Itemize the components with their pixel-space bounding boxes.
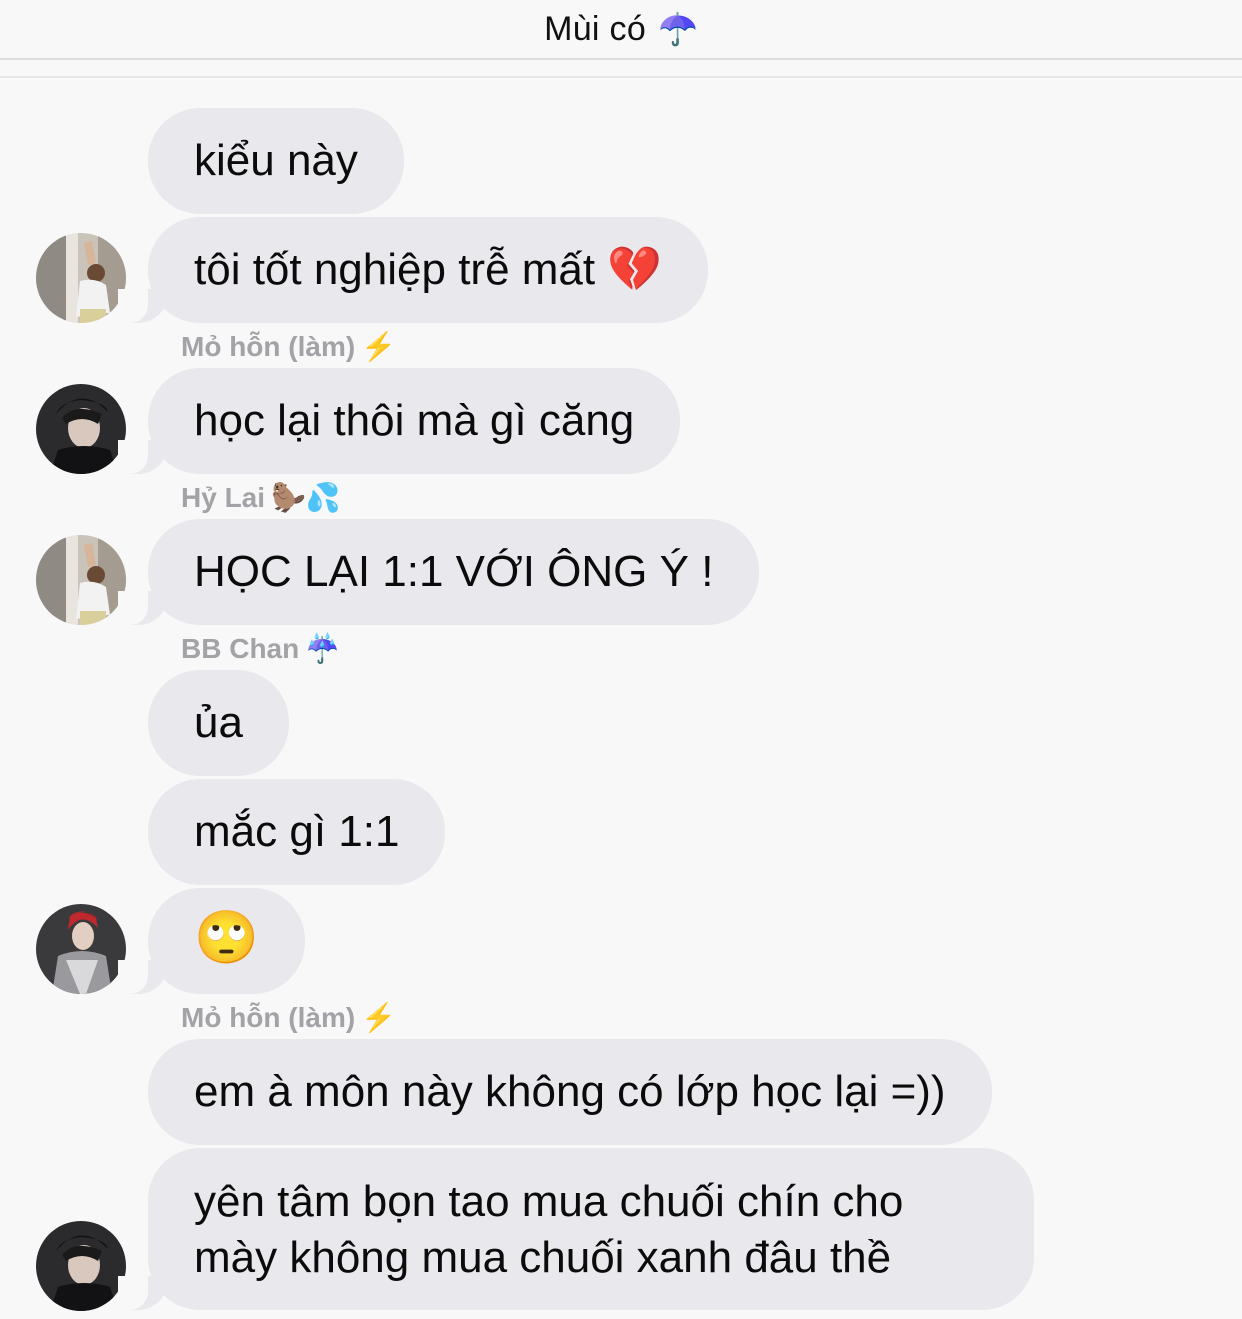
avatar[interactable] (36, 1221, 126, 1311)
message-text: HỌC LẠI 1:1 VỚI ÔNG Ý ! (194, 547, 714, 596)
sender-name: BB Chan ☔️ (181, 633, 341, 664)
message-bubble[interactable]: tôi tốt nghiệp trễ mất 💔 (117, 217, 709, 323)
message-bubble[interactable]: yên tâm bọn tao mua chuối chín cho mày k… (118, 1148, 1034, 1310)
message-bubble[interactable]: 🙄 (118, 888, 305, 994)
sender-name: Mỏ hỗn (làm) ⚡️ (181, 331, 397, 362)
message-bubble[interactable]: HỌC LẠI 1:1 VỚI ÔNG Ý ! (117, 519, 760, 625)
message-text: học lại thôi mà gì căng (194, 396, 635, 445)
sender-name: Mỏ hỗn (làm) ⚡️ (181, 1002, 397, 1033)
umbrella-rain-icon: ☔️ (305, 633, 341, 664)
message-bubble[interactable]: em à môn này không có lớp học lại =)) (148, 1039, 992, 1145)
message-text: mắc gì 1:1 (194, 807, 400, 856)
message-text: em à môn này không có lớp học lại =)) (194, 1067, 946, 1116)
beaver-icon: 🦫💦 (271, 482, 341, 513)
sender-name: Hỷ Lai 🦫💦 (181, 482, 341, 513)
message-text: ủa (194, 698, 243, 747)
chat-header: Mùi có ☂️ (0, 0, 1242, 60)
lightning-icon: ⚡️ (361, 1002, 397, 1033)
message-bubble[interactable]: ủa (148, 670, 289, 776)
message-bubble[interactable]: học lại thôi mà gì căng (117, 368, 681, 474)
avatar[interactable] (36, 904, 126, 994)
eye-roll-emoji: 🙄 (194, 909, 259, 967)
lightning-icon: ⚡️ (361, 331, 397, 362)
chat-title[interactable]: Mùi có (544, 10, 646, 49)
header-divider (0, 76, 1242, 78)
message-bubble[interactable]: kiểu này (148, 108, 404, 214)
avatar[interactable] (36, 384, 126, 474)
avatar[interactable] (36, 233, 126, 323)
avatar[interactable] (36, 535, 126, 625)
umbrella-icon: ☂️ (658, 11, 698, 47)
message-text: kiểu này (194, 136, 358, 185)
message-text: yên tâm bọn tao mua chuối chín cho mày k… (194, 1177, 904, 1282)
message-bubble[interactable]: mắc gì 1:1 (148, 779, 446, 885)
message-text: tôi tốt nghiệp trễ mất 💔 (194, 245, 663, 294)
